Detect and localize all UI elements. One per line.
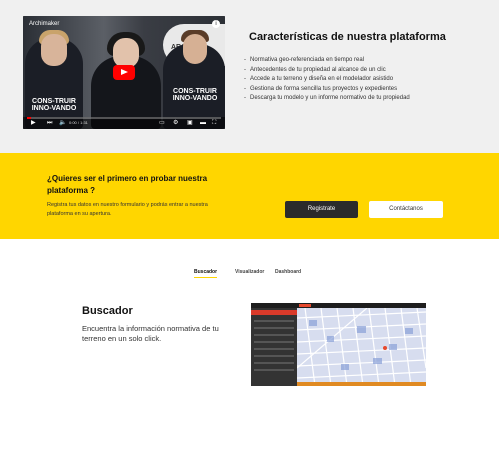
- features-title: Características de nuestra plataforma: [249, 31, 446, 43]
- video-player[interactable]: ARCHI CONS-TRUIR INNO-VANDO CONS-TRUIR I…: [23, 16, 225, 129]
- volume-icon[interactable]: 🔈: [59, 120, 66, 127]
- cta-banner: ¿Quieres ser el primero en probar nuestr…: [0, 153, 499, 239]
- cta-title: ¿Quieres ser el primero en probar nuestr…: [47, 174, 208, 195]
- miniplayer-icon[interactable]: ▣: [187, 120, 193, 127]
- cta-text: Registra tus datos en nuestro formulario…: [47, 202, 208, 217]
- feature-item: Antecedentes de tu propiedad al alcance …: [244, 66, 424, 76]
- app-screenshot: [251, 303, 426, 386]
- features-section: ARCHI CONS-TRUIR INNO-VANDO CONS-TRUIR I…: [0, 0, 499, 153]
- feature-item: Accede a tu terreno y diseña en el model…: [244, 75, 424, 85]
- tab-visualizador[interactable]: Visualizador: [235, 269, 264, 275]
- fullscreen-icon[interactable]: ⛶: [212, 120, 216, 127]
- theater-icon[interactable]: ▬: [200, 120, 206, 127]
- page: ARCHI CONS-TRUIR INNO-VANDO CONS-TRUIR I…: [0, 0, 499, 451]
- feature-item: Normativa geo-referenciada en tiempo rea…: [244, 56, 424, 66]
- section-description: Encuentra la información normativa de tu…: [82, 324, 219, 343]
- next-icon[interactable]: ⏭: [47, 120, 52, 127]
- play-button-icon[interactable]: [113, 65, 135, 80]
- contact-button[interactable]: Contáctanos: [369, 201, 443, 218]
- section-title: Buscador: [82, 305, 133, 317]
- shirt-text-left: CONS-TRUIR INNO-VANDO: [31, 98, 77, 112]
- captions-icon[interactable]: ▭: [159, 120, 165, 127]
- play-icon[interactable]: ▶: [31, 120, 36, 127]
- video-progress-fill: [27, 117, 31, 119]
- video-controls: ▶ ⏭ 🔈 0:00 / 1:31 ▭ ⚙ ▣ ▬ ⛶: [23, 117, 225, 129]
- features-list: Normativa geo-referenciada en tiempo rea…: [244, 56, 424, 104]
- settings-icon[interactable]: ⚙: [173, 120, 178, 127]
- video-time: 0:00 / 1:31: [69, 120, 88, 125]
- tab-dashboard[interactable]: Dashboard: [275, 269, 301, 275]
- feature-item: Descarga tu modelo y un informe normativ…: [244, 94, 424, 104]
- shirt-text-right: CONS-TRUIR INNO-VANDO: [172, 88, 218, 102]
- tab-buscador[interactable]: Buscador: [194, 269, 218, 278]
- app-map-footer: [297, 382, 426, 386]
- info-icon[interactable]: i: [212, 20, 220, 28]
- video-progress-bar[interactable]: [27, 117, 221, 119]
- video-person-left: [25, 30, 83, 129]
- register-button[interactable]: Registrate: [285, 201, 358, 218]
- video-title[interactable]: Archimaker: [29, 21, 59, 27]
- app-map: [297, 308, 426, 386]
- app-sidebar: [251, 308, 297, 386]
- feature-item: Gestiona de forma sencilla tus proyectos…: [244, 85, 424, 95]
